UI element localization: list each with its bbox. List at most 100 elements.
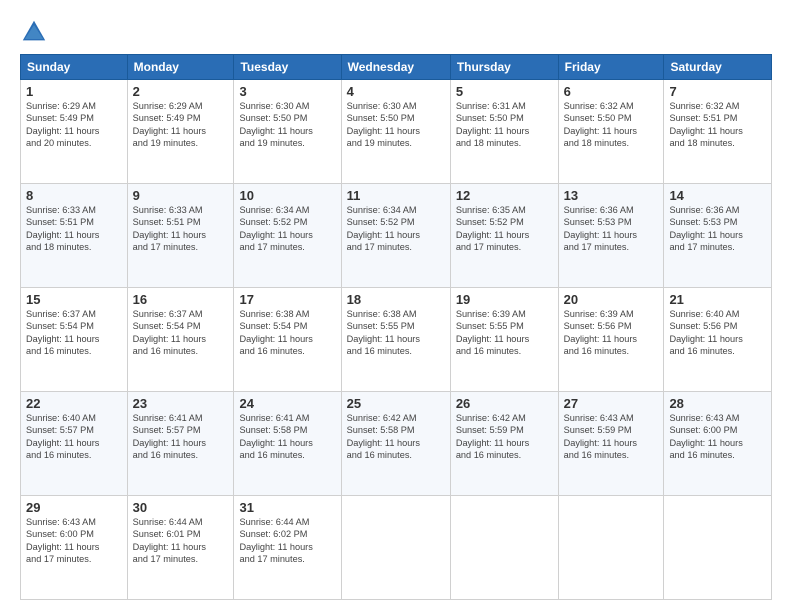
weekday-header-sunday: Sunday: [21, 55, 128, 80]
day-info: Sunrise: 6:41 AM Sunset: 5:58 PM Dayligh…: [239, 412, 335, 462]
day-number: 4: [347, 84, 445, 99]
day-info: Sunrise: 6:31 AM Sunset: 5:50 PM Dayligh…: [456, 100, 553, 150]
calendar-cell: 14Sunrise: 6:36 AM Sunset: 5:53 PM Dayli…: [664, 184, 772, 288]
day-info: Sunrise: 6:43 AM Sunset: 6:00 PM Dayligh…: [26, 516, 122, 566]
day-number: 23: [133, 396, 229, 411]
weekday-header-friday: Friday: [558, 55, 664, 80]
day-number: 18: [347, 292, 445, 307]
calendar-week-4: 22Sunrise: 6:40 AM Sunset: 5:57 PM Dayli…: [21, 392, 772, 496]
calendar-cell: 6Sunrise: 6:32 AM Sunset: 5:50 PM Daylig…: [558, 80, 664, 184]
day-info: Sunrise: 6:43 AM Sunset: 6:00 PM Dayligh…: [669, 412, 766, 462]
calendar-cell: 21Sunrise: 6:40 AM Sunset: 5:56 PM Dayli…: [664, 288, 772, 392]
day-number: 31: [239, 500, 335, 515]
day-info: Sunrise: 6:38 AM Sunset: 5:55 PM Dayligh…: [347, 308, 445, 358]
logo-icon: [20, 18, 48, 46]
calendar-cell: 30Sunrise: 6:44 AM Sunset: 6:01 PM Dayli…: [127, 496, 234, 600]
day-number: 12: [456, 188, 553, 203]
calendar-cell: [450, 496, 558, 600]
day-number: 5: [456, 84, 553, 99]
weekday-header-tuesday: Tuesday: [234, 55, 341, 80]
day-number: 26: [456, 396, 553, 411]
day-number: 21: [669, 292, 766, 307]
calendar-cell: 22Sunrise: 6:40 AM Sunset: 5:57 PM Dayli…: [21, 392, 128, 496]
day-number: 22: [26, 396, 122, 411]
day-info: Sunrise: 6:37 AM Sunset: 5:54 PM Dayligh…: [133, 308, 229, 358]
day-number: 10: [239, 188, 335, 203]
day-number: 15: [26, 292, 122, 307]
day-info: Sunrise: 6:34 AM Sunset: 5:52 PM Dayligh…: [239, 204, 335, 254]
day-info: Sunrise: 6:37 AM Sunset: 5:54 PM Dayligh…: [26, 308, 122, 358]
calendar-body: 1Sunrise: 6:29 AM Sunset: 5:49 PM Daylig…: [21, 80, 772, 600]
day-number: 13: [564, 188, 659, 203]
page: SundayMondayTuesdayWednesdayThursdayFrid…: [0, 0, 792, 612]
calendar-cell: 18Sunrise: 6:38 AM Sunset: 5:55 PM Dayli…: [341, 288, 450, 392]
day-number: 20: [564, 292, 659, 307]
calendar-cell: 13Sunrise: 6:36 AM Sunset: 5:53 PM Dayli…: [558, 184, 664, 288]
day-number: 1: [26, 84, 122, 99]
calendar-cell: 24Sunrise: 6:41 AM Sunset: 5:58 PM Dayli…: [234, 392, 341, 496]
weekday-header-row: SundayMondayTuesdayWednesdayThursdayFrid…: [21, 55, 772, 80]
day-number: 8: [26, 188, 122, 203]
calendar-week-5: 29Sunrise: 6:43 AM Sunset: 6:00 PM Dayli…: [21, 496, 772, 600]
calendar-cell: 7Sunrise: 6:32 AM Sunset: 5:51 PM Daylig…: [664, 80, 772, 184]
day-info: Sunrise: 6:39 AM Sunset: 5:55 PM Dayligh…: [456, 308, 553, 358]
weekday-header-saturday: Saturday: [664, 55, 772, 80]
day-info: Sunrise: 6:33 AM Sunset: 5:51 PM Dayligh…: [133, 204, 229, 254]
calendar-cell: 2Sunrise: 6:29 AM Sunset: 5:49 PM Daylig…: [127, 80, 234, 184]
day-number: 30: [133, 500, 229, 515]
day-number: 19: [456, 292, 553, 307]
day-info: Sunrise: 6:44 AM Sunset: 6:02 PM Dayligh…: [239, 516, 335, 566]
calendar-cell: 17Sunrise: 6:38 AM Sunset: 5:54 PM Dayli…: [234, 288, 341, 392]
day-number: 17: [239, 292, 335, 307]
calendar-cell: 27Sunrise: 6:43 AM Sunset: 5:59 PM Dayli…: [558, 392, 664, 496]
calendar-cell: 1Sunrise: 6:29 AM Sunset: 5:49 PM Daylig…: [21, 80, 128, 184]
day-number: 16: [133, 292, 229, 307]
day-number: 25: [347, 396, 445, 411]
calendar-cell: 8Sunrise: 6:33 AM Sunset: 5:51 PM Daylig…: [21, 184, 128, 288]
calendar-cell: 5Sunrise: 6:31 AM Sunset: 5:50 PM Daylig…: [450, 80, 558, 184]
calendar-cell: 20Sunrise: 6:39 AM Sunset: 5:56 PM Dayli…: [558, 288, 664, 392]
day-number: 28: [669, 396, 766, 411]
calendar-week-1: 1Sunrise: 6:29 AM Sunset: 5:49 PM Daylig…: [21, 80, 772, 184]
weekday-header-wednesday: Wednesday: [341, 55, 450, 80]
day-number: 9: [133, 188, 229, 203]
day-info: Sunrise: 6:35 AM Sunset: 5:52 PM Dayligh…: [456, 204, 553, 254]
day-number: 2: [133, 84, 229, 99]
day-info: Sunrise: 6:42 AM Sunset: 5:58 PM Dayligh…: [347, 412, 445, 462]
calendar-cell: 25Sunrise: 6:42 AM Sunset: 5:58 PM Dayli…: [341, 392, 450, 496]
day-info: Sunrise: 6:44 AM Sunset: 6:01 PM Dayligh…: [133, 516, 229, 566]
day-info: Sunrise: 6:36 AM Sunset: 5:53 PM Dayligh…: [564, 204, 659, 254]
calendar-cell: 31Sunrise: 6:44 AM Sunset: 6:02 PM Dayli…: [234, 496, 341, 600]
day-number: 6: [564, 84, 659, 99]
calendar-cell: 12Sunrise: 6:35 AM Sunset: 5:52 PM Dayli…: [450, 184, 558, 288]
calendar-cell: [558, 496, 664, 600]
day-info: Sunrise: 6:29 AM Sunset: 5:49 PM Dayligh…: [133, 100, 229, 150]
calendar-cell: 23Sunrise: 6:41 AM Sunset: 5:57 PM Dayli…: [127, 392, 234, 496]
day-number: 24: [239, 396, 335, 411]
weekday-header-monday: Monday: [127, 55, 234, 80]
calendar-cell: 28Sunrise: 6:43 AM Sunset: 6:00 PM Dayli…: [664, 392, 772, 496]
calendar-cell: 16Sunrise: 6:37 AM Sunset: 5:54 PM Dayli…: [127, 288, 234, 392]
calendar-cell: 19Sunrise: 6:39 AM Sunset: 5:55 PM Dayli…: [450, 288, 558, 392]
day-info: Sunrise: 6:29 AM Sunset: 5:49 PM Dayligh…: [26, 100, 122, 150]
day-info: Sunrise: 6:42 AM Sunset: 5:59 PM Dayligh…: [456, 412, 553, 462]
day-info: Sunrise: 6:43 AM Sunset: 5:59 PM Dayligh…: [564, 412, 659, 462]
calendar-table: SundayMondayTuesdayWednesdayThursdayFrid…: [20, 54, 772, 600]
day-number: 29: [26, 500, 122, 515]
logo: [20, 18, 52, 46]
day-info: Sunrise: 6:40 AM Sunset: 5:56 PM Dayligh…: [669, 308, 766, 358]
day-info: Sunrise: 6:30 AM Sunset: 5:50 PM Dayligh…: [239, 100, 335, 150]
calendar-cell: 3Sunrise: 6:30 AM Sunset: 5:50 PM Daylig…: [234, 80, 341, 184]
day-info: Sunrise: 6:33 AM Sunset: 5:51 PM Dayligh…: [26, 204, 122, 254]
day-number: 27: [564, 396, 659, 411]
calendar-cell: 29Sunrise: 6:43 AM Sunset: 6:00 PM Dayli…: [21, 496, 128, 600]
day-info: Sunrise: 6:32 AM Sunset: 5:51 PM Dayligh…: [669, 100, 766, 150]
calendar-cell: 4Sunrise: 6:30 AM Sunset: 5:50 PM Daylig…: [341, 80, 450, 184]
day-info: Sunrise: 6:39 AM Sunset: 5:56 PM Dayligh…: [564, 308, 659, 358]
calendar-cell: 26Sunrise: 6:42 AM Sunset: 5:59 PM Dayli…: [450, 392, 558, 496]
day-info: Sunrise: 6:32 AM Sunset: 5:50 PM Dayligh…: [564, 100, 659, 150]
calendar-cell: [664, 496, 772, 600]
calendar-cell: 11Sunrise: 6:34 AM Sunset: 5:52 PM Dayli…: [341, 184, 450, 288]
day-number: 7: [669, 84, 766, 99]
calendar-week-3: 15Sunrise: 6:37 AM Sunset: 5:54 PM Dayli…: [21, 288, 772, 392]
